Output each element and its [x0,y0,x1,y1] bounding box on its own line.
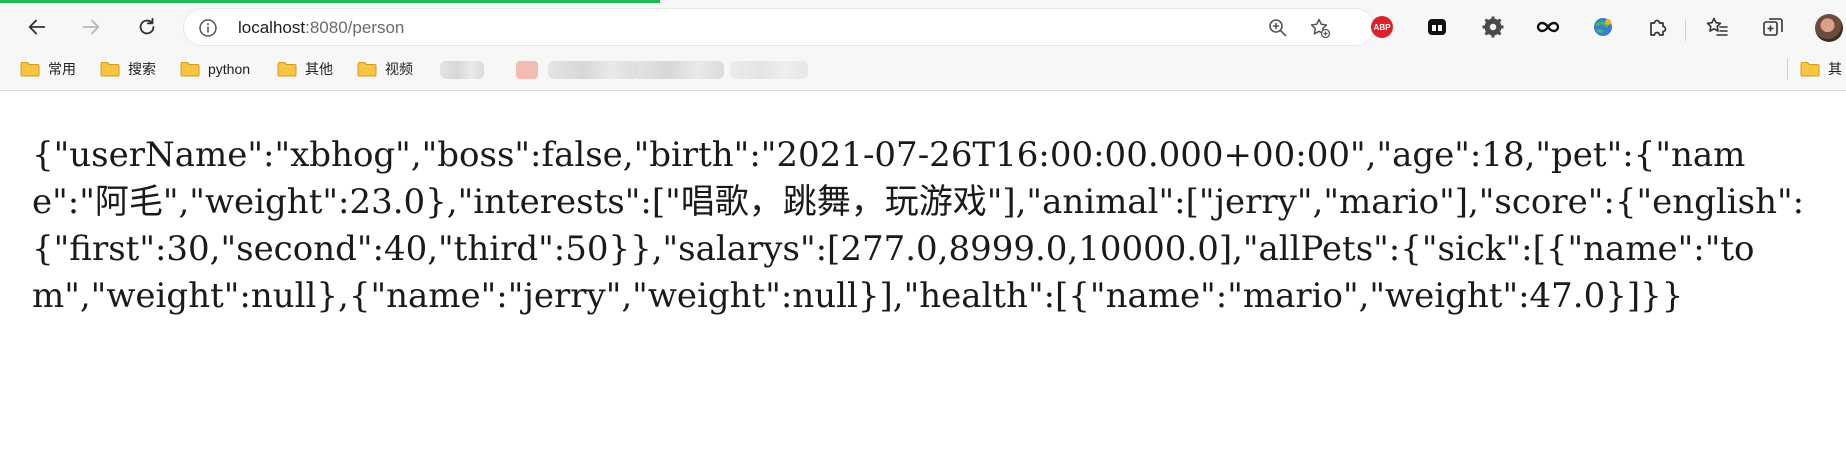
settings-gear-icon[interactable] [1480,14,1506,40]
favorite-star-icon[interactable] [1309,17,1331,39]
globe-extension-icon[interactable] [1590,14,1616,40]
bookmarks-bar: 常用 搜索 python 其他 视频 其 [0,51,1846,87]
media-extension-icon[interactable] [1424,14,1450,40]
adblock-plus-icon[interactable]: ABP [1369,14,1395,40]
back-button[interactable] [20,10,54,44]
json-response-text: {"userName":"xbhog","boss":false,"birth"… [32,135,1805,316]
blurred-bookmark[interactable] [516,61,538,79]
blurred-bookmark[interactable] [440,61,484,79]
bookmark-label: 其 [1828,61,1842,77]
bookmark-label: 其他 [305,61,333,77]
forward-arrow-icon [82,19,100,35]
zoom-icon[interactable] [1267,17,1289,39]
back-arrow-icon [28,19,46,35]
bookmark-folder-changyong[interactable]: 常用 [20,56,76,82]
reload-button[interactable] [130,10,164,44]
collections-icon[interactable] [1760,14,1786,40]
folder-icon [100,62,120,77]
forward-button[interactable] [74,10,108,44]
info-icon[interactable] [198,18,218,38]
browser-chrome: localhost:8080/person ABP 常用 搜索 python 其… [0,0,1846,91]
blurred-bookmark[interactable] [632,61,724,79]
browser-toolbar: localhost:8080/person ABP [0,3,1846,49]
bookmark-folder-sousuo[interactable]: 搜索 [100,56,156,82]
folder-icon [277,62,297,77]
infinity-icon[interactable] [1535,14,1561,40]
address-bar[interactable]: localhost:8080/person [183,8,1375,46]
blurred-bookmark[interactable] [548,61,638,79]
bookmark-label: 常用 [48,61,76,77]
folder-icon [20,62,40,77]
url-text[interactable]: localhost:8080/person [238,17,404,39]
profile-avatar[interactable] [1815,14,1843,42]
bookmark-folder-qita[interactable]: 其他 [277,56,333,82]
url-path: :8080/person [305,18,405,37]
toolbar-separator [1685,19,1686,41]
bookmark-label: python [208,61,251,77]
extensions-puzzle-icon[interactable] [1645,14,1671,40]
bookmark-folder-other[interactable]: 其 [1800,56,1842,82]
reload-icon [139,17,155,35]
page-content: {"userName":"xbhog","boss":false,"birth"… [0,92,1846,455]
favorites-icon[interactable] [1704,14,1730,40]
bookmark-folder-shipin[interactable]: 视频 [357,56,413,82]
bookmarks-separator [1787,58,1788,80]
bookmark-label: 视频 [385,61,413,77]
blurred-bookmark[interactable] [730,61,808,79]
adblock-plus-label: ABP [1371,16,1393,38]
bookmark-label: 搜索 [128,61,156,77]
folder-icon [357,62,377,77]
bookmark-folder-python[interactable]: python [180,56,250,82]
folder-icon [1800,62,1820,77]
folder-icon [180,62,200,77]
url-host: localhost [238,18,306,37]
